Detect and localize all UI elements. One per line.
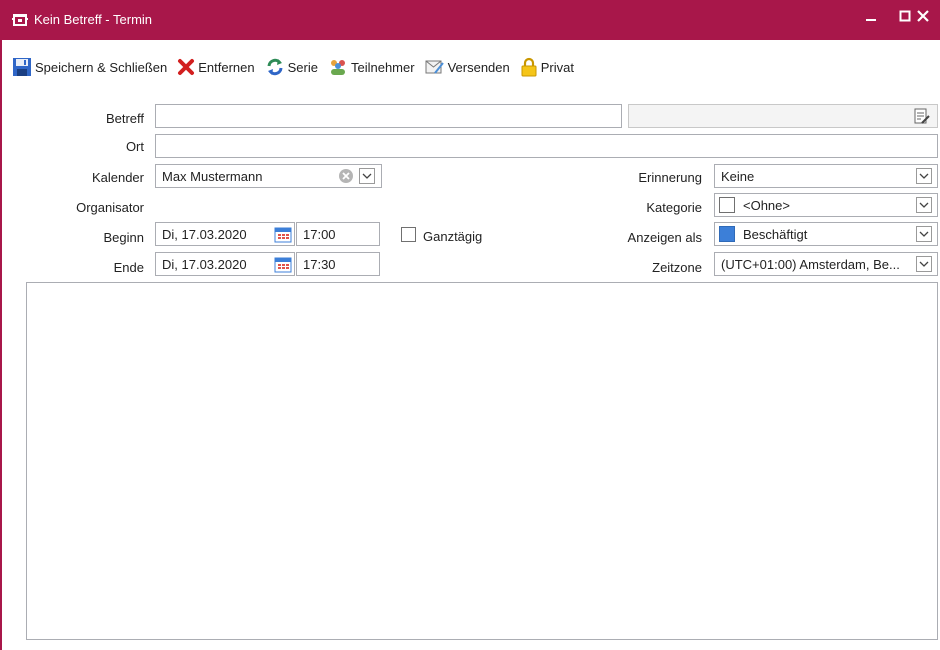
reminder-label: Erinnerung: [638, 170, 702, 185]
timezone-label: Zeitzone: [652, 260, 702, 275]
category-color-swatch: [719, 197, 735, 213]
reminder-dropdown-button[interactable]: [916, 168, 932, 184]
minimize-icon: [866, 19, 876, 21]
start-date-input[interactable]: Di, 17.03.2020: [155, 222, 295, 246]
subject-input[interactable]: [155, 104, 622, 128]
timezone-dropdown-button[interactable]: [916, 256, 932, 272]
category-select[interactable]: <Ohne>: [714, 193, 938, 217]
title-bar: Kein Betreff - Termin: [2, 0, 940, 40]
start-label: Beginn: [103, 230, 144, 245]
delete-x-icon: [178, 59, 195, 75]
show-as-dropdown-button[interactable]: [916, 226, 932, 242]
reminder-value: Keine: [721, 169, 755, 184]
send-icon: [425, 60, 444, 74]
calendar-select[interactable]: Max Mustermann: [155, 164, 382, 188]
calendar-value: Max Mustermann: [162, 169, 263, 184]
private-label: Privat: [540, 59, 574, 75]
chevron-down-icon: [919, 261, 929, 267]
calendar-icon[interactable]: [274, 226, 292, 243]
series-button[interactable]: Serie: [265, 57, 318, 77]
calendar-icon[interactable]: [274, 256, 292, 273]
chevron-down-icon: [919, 231, 929, 237]
location-input[interactable]: [155, 134, 938, 158]
recurrence-icon: [267, 58, 283, 76]
appointment-window: Kein Betreff - Termin Speichern & Schlie…: [0, 0, 940, 650]
save-close-label: Speichern & Schließen: [35, 59, 168, 75]
chevron-down-icon: [362, 173, 372, 179]
show-as-select[interactable]: Beschäftigt: [714, 222, 938, 246]
clear-icon[interactable]: [338, 168, 354, 184]
timezone-value: (UTC+01:00) Amsterdam, Be...: [721, 257, 900, 272]
edit-form-icon[interactable]: [913, 108, 931, 125]
organizer-label: Organisator: [76, 200, 144, 215]
toolbar: Speichern & Schließen Entfernen Serie Te…: [12, 54, 574, 80]
calendar-dropdown-button[interactable]: [359, 168, 375, 184]
floppy-disk-icon: [13, 58, 31, 76]
calendar-label: Kalender: [91, 170, 144, 185]
participants-label: Teilnehmer: [350, 59, 415, 75]
lock-icon: [521, 57, 537, 77]
window-title: Kein Betreff - Termin: [34, 12, 153, 27]
all-day-checkbox[interactable]: [401, 227, 416, 242]
private-button[interactable]: Privat: [520, 57, 574, 77]
close-button[interactable]: [906, 0, 940, 32]
remove-label: Entfernen: [198, 59, 255, 75]
notes-editor[interactable]: [26, 282, 938, 640]
subject-label: Betreff: [105, 111, 144, 126]
reminder-select[interactable]: Keine: [714, 164, 938, 188]
category-dropdown-button[interactable]: [916, 197, 932, 213]
category-label: Kategorie: [646, 200, 702, 215]
appointment-app-icon: [12, 14, 28, 26]
end-date-input[interactable]: Di, 17.03.2020: [155, 252, 295, 276]
end-label: Ende: [113, 260, 144, 275]
send-button[interactable]: Versenden: [425, 57, 510, 77]
location-label: Ort: [125, 139, 144, 154]
save-close-button[interactable]: Speichern & Schließen: [12, 57, 167, 77]
chevron-down-icon: [919, 173, 929, 179]
all-day-label: Ganztägig: [423, 229, 483, 244]
series-label: Serie: [287, 59, 318, 75]
subject-extra-field[interactable]: [628, 104, 938, 128]
participants-icon: [330, 60, 345, 75]
remove-button[interactable]: Entfernen: [177, 58, 255, 76]
end-time-input[interactable]: 17:30: [296, 252, 380, 276]
participants-button[interactable]: Teilnehmer: [328, 57, 415, 77]
close-icon: [917, 10, 929, 22]
start-date-value: Di, 17.03.2020: [162, 227, 247, 242]
send-label: Versenden: [447, 59, 510, 75]
category-value: <Ohne>: [743, 198, 790, 213]
start-time-input[interactable]: 17:00: [296, 222, 380, 246]
show-as-value: Beschäftigt: [743, 227, 808, 242]
chevron-down-icon: [919, 202, 929, 208]
busy-color-swatch: [719, 226, 735, 242]
end-date-value: Di, 17.03.2020: [162, 257, 247, 272]
timezone-select[interactable]: (UTC+01:00) Amsterdam, Be...: [714, 252, 938, 276]
minimize-button[interactable]: [854, 0, 888, 32]
show-as-label: Anzeigen als: [627, 230, 702, 245]
